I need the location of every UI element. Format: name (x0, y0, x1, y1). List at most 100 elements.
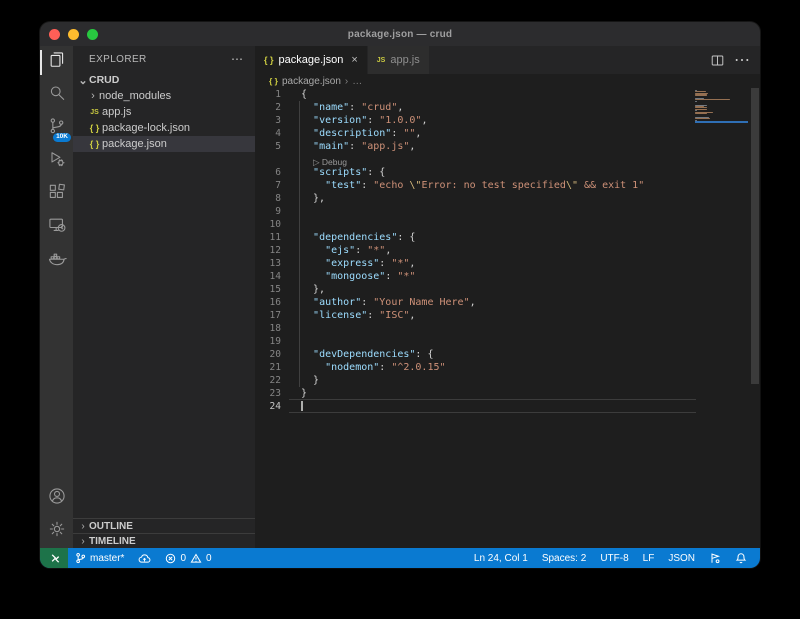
feedback-button[interactable] (702, 548, 728, 568)
breadcrumb-symbol-more[interactable]: … (352, 76, 362, 87)
sidebar-section-timeline[interactable]: ›TIMELINE (73, 533, 255, 548)
code-text: "ejs": "*", (301, 244, 391, 257)
code-line-17[interactable]: 17 "license": "ISC", (255, 309, 760, 322)
line-number: 9 (255, 205, 281, 218)
activity-bar: 10K (40, 46, 73, 548)
code-line-6[interactable]: 6 "scripts": { (255, 166, 760, 179)
tree-item-package-json[interactable]: { }package.json (73, 136, 255, 152)
activity-bar-item-source-control[interactable]: 10K (40, 112, 73, 145)
activity-bar-item-extensions[interactable] (40, 178, 73, 211)
sync-changes-button[interactable] (131, 548, 158, 568)
traffic-lights (49, 22, 98, 46)
status-encoding[interactable]: UTF-8 (593, 548, 635, 568)
tree-root-folder[interactable]: ⌄ CRUD (73, 72, 255, 88)
editor[interactable]: 1{2 "name": "crud",3 "version": "1.0.0",… (255, 88, 760, 548)
activity-bar-item-explorer[interactable] (40, 46, 73, 79)
minimize-window-button[interactable] (68, 29, 79, 40)
line-number: 11 (255, 231, 281, 244)
tab-package-json[interactable]: { }package.json× (255, 46, 367, 74)
code-line-13[interactable]: 13 "express": "*", (255, 257, 760, 270)
line-number: 13 (255, 257, 281, 270)
code-text: } (301, 387, 307, 400)
window-title: package.json — crud (348, 29, 452, 40)
docker-icon (47, 248, 67, 273)
code-line-22[interactable]: 22 } (255, 374, 760, 387)
code-line-16[interactable]: 16 "author": "Your Name Here", (255, 296, 760, 309)
problems-status[interactable]: 0 0 (158, 548, 218, 568)
code-line-15[interactable]: 15 }, (255, 283, 760, 296)
line-number: 21 (255, 361, 281, 374)
line-number: 18 (255, 322, 281, 335)
section-label: OUTLINE (89, 521, 133, 532)
code-line-7[interactable]: 7 "test": "echo \"Error: no test specifi… (255, 179, 760, 192)
line-number: 6 (255, 166, 281, 179)
line-number: 15 (255, 283, 281, 296)
code-line-3[interactable]: 3 "version": "1.0.0", (255, 114, 760, 127)
section-label: TIMELINE (89, 536, 136, 547)
code-line-9[interactable]: 9 (255, 205, 760, 218)
tree-item-app-js[interactable]: JSapp.js (73, 104, 255, 120)
status-indentation[interactable]: Spaces: 2 (535, 548, 593, 568)
code-line-10[interactable]: 10 (255, 218, 760, 231)
code-line-11[interactable]: 11 "dependencies": { (255, 231, 760, 244)
code-line-1[interactable]: 1{ (255, 88, 760, 101)
code-line-8[interactable]: 8 }, (255, 192, 760, 205)
line-number: 7 (255, 179, 281, 192)
desktop-background: package.json — crud 10K EXPLORER ⋯ ⌄ CRU… (0, 0, 800, 619)
warning-icon (190, 553, 202, 564)
sidebar-section-outline[interactable]: ›OUTLINE (73, 518, 255, 533)
activity-bar-item-run-and-debug[interactable] (40, 145, 73, 178)
line-number: 17 (255, 309, 281, 322)
code-line-21[interactable]: 21 "nodemon": "^2.0.15" (255, 361, 760, 374)
line-number: 10 (255, 218, 281, 231)
notifications-button[interactable] (728, 548, 754, 568)
zoom-window-button[interactable] (87, 29, 98, 40)
status-language-mode[interactable]: JSON (661, 548, 702, 568)
close-window-button[interactable] (49, 29, 60, 40)
code-text: "express": "*", (301, 257, 415, 270)
code-line-5[interactable]: 5 "main": "app.js", (255, 140, 760, 153)
cloud-upload-icon (138, 553, 151, 564)
vscode-window: package.json — crud 10K EXPLORER ⋯ ⌄ CRU… (40, 22, 760, 568)
line-number: 5 (255, 140, 281, 153)
code-line-24[interactable]: 24 (255, 400, 760, 413)
remote-explorer-icon (47, 215, 67, 240)
remote-indicator[interactable] (40, 548, 68, 568)
code-text: } (301, 374, 319, 387)
code-text: "dependencies": { (301, 231, 415, 244)
editor-scrollbar[interactable] (751, 88, 759, 384)
activity-bar-item-accounts[interactable] (40, 482, 73, 515)
chevron-down-icon: ⌄ (77, 74, 89, 87)
line-number: 16 (255, 296, 281, 309)
code-line-18[interactable]: 18 (255, 322, 760, 335)
code-line-20[interactable]: 20 "devDependencies": { (255, 348, 760, 361)
status-cursor-position[interactable]: Ln 24, Col 1 (467, 548, 535, 568)
code-line-23[interactable]: 23} (255, 387, 760, 400)
tab-app-js[interactable]: JSapp.js (368, 46, 429, 74)
activity-bar-item-docker[interactable] (40, 244, 73, 277)
code-text: { (301, 88, 307, 101)
tree-item-label: node_modules (99, 90, 171, 102)
more-actions-icon[interactable]: ⋯ (734, 50, 750, 70)
git-branch-status[interactable]: master* (68, 548, 131, 568)
close-tab-icon[interactable]: × (351, 54, 357, 66)
minimap[interactable] (695, 90, 748, 124)
titlebar: package.json — crud (40, 22, 760, 46)
status-eol[interactable]: LF (636, 548, 662, 568)
activity-bar-item-remote-explorer[interactable] (40, 211, 73, 244)
activity-bar-item-search[interactable] (40, 79, 73, 112)
code-line-12[interactable]: 12 "ejs": "*", (255, 244, 760, 257)
tree-item-node-modules[interactable]: ›node_modules (73, 88, 255, 104)
tree-item-package-lock-json[interactable]: { }package-lock.json (73, 120, 255, 136)
code-line-2[interactable]: 2 "name": "crud", (255, 101, 760, 114)
code-line-14[interactable]: 14 "mongoose": "*" (255, 270, 760, 283)
js-file-icon: JS (87, 109, 102, 116)
split-editor-icon[interactable] (711, 54, 724, 67)
code-text: "license": "ISC", (301, 309, 415, 322)
activity-bar-item-settings[interactable] (40, 515, 73, 548)
more-actions-icon[interactable]: ⋯ (231, 52, 243, 66)
code-line-19[interactable]: 19 (255, 335, 760, 348)
tab-label: app.js (390, 54, 419, 66)
breadcrumb-file[interactable]: package.json (282, 76, 341, 87)
code-line-4[interactable]: 4 "description": "", (255, 127, 760, 140)
